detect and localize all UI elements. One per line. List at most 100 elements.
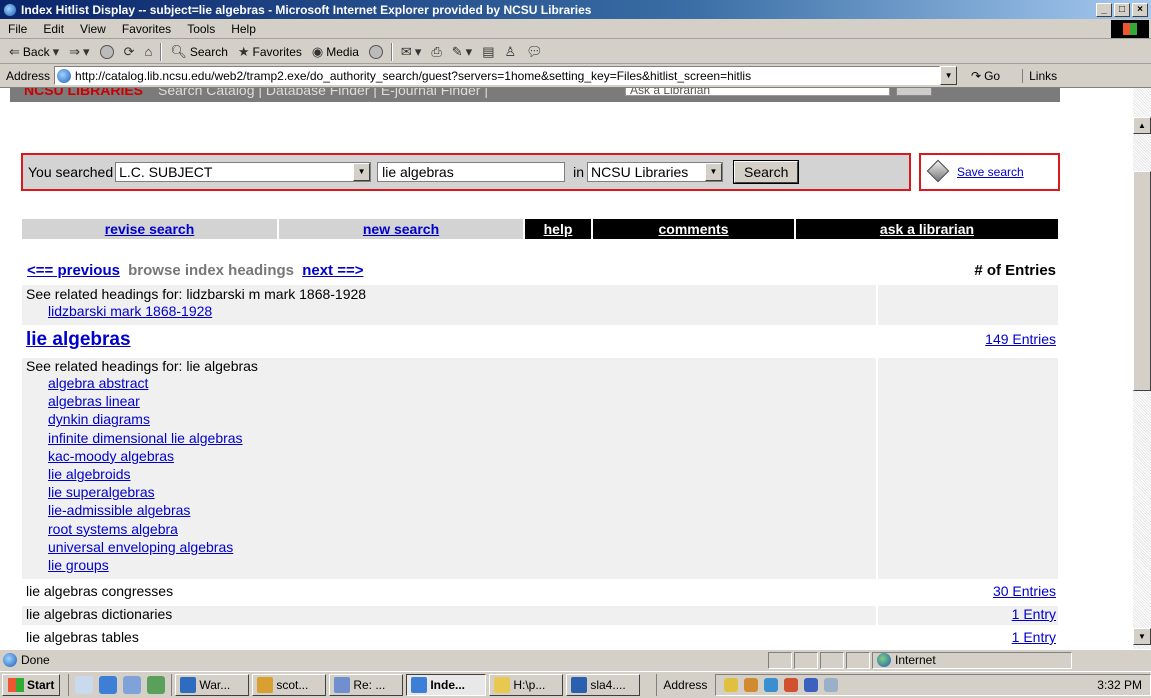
mail-button[interactable]: ✉ ▾ bbox=[396, 41, 426, 63]
menu-view[interactable]: View bbox=[72, 22, 114, 36]
ask-go-button[interactable] bbox=[896, 88, 932, 96]
minimize-button[interactable]: _ bbox=[1096, 2, 1112, 17]
print-icon: ⎙ bbox=[431, 43, 442, 59]
stop-icon bbox=[99, 44, 114, 59]
related-link[interactable]: lidzbarski mark 1868-1928 bbox=[48, 302, 876, 320]
tray-app-icon[interactable] bbox=[824, 678, 839, 692]
entries-cell: 1 Entry bbox=[878, 629, 1058, 648]
start-label: Start bbox=[27, 678, 55, 692]
menu-favorites[interactable]: Favorites bbox=[114, 22, 179, 36]
search-button[interactable]: 🔍︎ Search bbox=[165, 41, 233, 63]
status-text: Done bbox=[21, 653, 50, 667]
window-controls: _ □ × bbox=[1096, 2, 1148, 17]
scroll-thumb[interactable] bbox=[1133, 171, 1151, 391]
related-link[interactable]: infinite dimensional lie algebras bbox=[48, 429, 876, 447]
discuss-button[interactable]: ▤ bbox=[477, 41, 499, 63]
new-search-link[interactable]: new search bbox=[279, 219, 525, 239]
taskbar-item[interactable]: scot... bbox=[252, 674, 327, 696]
heading-cell: lie algebras bbox=[22, 329, 876, 355]
go-button[interactable]: ↷ Go bbox=[971, 69, 1000, 83]
count-link[interactable]: 1 Entry bbox=[1012, 606, 1056, 622]
taskbar-item[interactable]: H:\p... bbox=[489, 674, 564, 696]
research-button[interactable]: 💬︎ bbox=[521, 41, 548, 63]
clock: 3:32 PM bbox=[1097, 678, 1142, 692]
related-link[interactable]: dynkin diagrams bbox=[48, 410, 876, 428]
taskbar-item-active[interactable]: Inde... bbox=[406, 674, 487, 696]
maximize-button[interactable]: □ bbox=[1114, 2, 1130, 17]
stop-button[interactable] bbox=[95, 41, 119, 63]
count-link[interactable]: 1 Entry bbox=[1012, 629, 1056, 645]
related-link[interactable]: lie-admissible algebras bbox=[48, 501, 876, 519]
back-button[interactable]: ⇐ Back ▾ bbox=[4, 41, 64, 63]
heading-count-link[interactable]: 149 Entries bbox=[985, 331, 1056, 347]
related-link[interactable]: universal enveloping algebras bbox=[48, 538, 876, 556]
related-link[interactable]: lie algebroids bbox=[48, 465, 876, 483]
start-button[interactable]: Start bbox=[2, 674, 61, 696]
related-link[interactable]: lie superalgebras bbox=[48, 483, 876, 501]
messenger-button[interactable]: ♙ bbox=[500, 41, 522, 63]
app-launch-icon[interactable] bbox=[123, 676, 142, 694]
count-link[interactable]: 30 Entries bbox=[993, 583, 1056, 599]
menu-tools[interactable]: Tools bbox=[179, 22, 223, 36]
media-button[interactable]: ◉ Media bbox=[307, 41, 364, 63]
address-dropdown-button[interactable]: ▼ bbox=[940, 66, 958, 85]
address-input[interactable]: http://catalog.lib.ncsu.edu/web2/tramp2.… bbox=[54, 66, 941, 85]
site-nav-links[interactable]: Search Catalog | Database Finder | E-jou… bbox=[158, 88, 488, 98]
main-heading-link[interactable]: lie algebras bbox=[26, 329, 131, 350]
related-link[interactable]: kac-moody algebras bbox=[48, 447, 876, 465]
media-icon: ◉ bbox=[311, 43, 324, 59]
table-row: lie algebras dictionaries 1 Entry bbox=[22, 606, 1058, 625]
next-link[interactable]: next ==> bbox=[302, 262, 363, 279]
window-title: Index Hitlist Display -- subject=lie alg… bbox=[21, 2, 592, 17]
previous-link[interactable]: <== previous bbox=[27, 262, 120, 279]
vertical-scrollbar[interactable]: ▲ ▼ bbox=[1133, 88, 1151, 649]
ask-librarian-select[interactable]: Ask a Librarian bbox=[625, 88, 890, 97]
library-value: NCSU Libraries bbox=[591, 164, 689, 180]
forward-button[interactable]: ⇒ ▾ bbox=[64, 41, 94, 63]
related-link[interactable]: algebras linear bbox=[48, 392, 876, 410]
tray-app-icon[interactable] bbox=[764, 678, 779, 692]
ie-launch-icon[interactable] bbox=[99, 676, 118, 694]
tray-app-icon[interactable] bbox=[744, 678, 759, 692]
refresh-button[interactable]: ⟳ bbox=[119, 41, 140, 63]
menu-help[interactable]: Help bbox=[223, 22, 264, 36]
volume-icon[interactable] bbox=[724, 678, 739, 692]
related-link[interactable]: lie groups bbox=[48, 556, 876, 574]
close-button[interactable]: × bbox=[1132, 2, 1148, 17]
menu-bar: File Edit View Favorites Tools Help bbox=[0, 19, 1151, 39]
taskbar-item[interactable]: sla4.... bbox=[566, 674, 641, 696]
menu-edit[interactable]: Edit bbox=[35, 22, 72, 36]
edit-button[interactable]: ✎ ▾ bbox=[447, 41, 477, 63]
toolbar: ⇐ Back ▾ ⇒ ▾ ⟳ ⌂ 🔍︎ Search ★ Favorites ◉… bbox=[0, 40, 1151, 64]
search-field-select[interactable]: L.C. SUBJECT ▼ bbox=[115, 162, 372, 182]
taskbar-item[interactable]: Re: ... bbox=[329, 674, 404, 696]
ncsu-brand[interactable]: NCSU LIBRARIES bbox=[24, 88, 143, 98]
favorites-button[interactable]: ★ Favorites bbox=[233, 41, 307, 63]
print-button[interactable]: ⎙ bbox=[426, 41, 446, 63]
scroll-up-button[interactable]: ▲ bbox=[1133, 117, 1151, 134]
links-button[interactable]: Links bbox=[1022, 68, 1057, 83]
ask-librarian-link[interactable]: ask a librarian bbox=[796, 219, 1058, 239]
messenger-tray-icon[interactable] bbox=[804, 678, 819, 692]
search-submit-button[interactable]: Search bbox=[733, 160, 800, 184]
taskbar-item[interactable]: War... bbox=[175, 674, 250, 696]
scroll-down-button[interactable]: ▼ bbox=[1133, 628, 1151, 645]
comments-link[interactable]: comments bbox=[593, 219, 796, 239]
ie-window: Index Hitlist Display -- subject=lie alg… bbox=[0, 0, 1151, 698]
search-query-input[interactable]: lie algebras bbox=[377, 162, 566, 182]
task-label: H:\p... bbox=[513, 678, 546, 692]
revise-search-link[interactable]: revise search bbox=[22, 219, 279, 239]
history-button[interactable] bbox=[364, 41, 388, 63]
tray-app-icon[interactable] bbox=[784, 678, 799, 692]
library-select[interactable]: NCSU Libraries ▼ bbox=[587, 162, 724, 182]
related-link[interactable]: root systems algebra bbox=[48, 520, 876, 538]
app-launch-icon[interactable] bbox=[147, 676, 166, 694]
save-search-link[interactable]: Save search bbox=[957, 165, 1024, 179]
taskbar-address-toolbar[interactable]: Address bbox=[656, 674, 707, 696]
help-link[interactable]: help bbox=[525, 219, 593, 239]
related-headings-cell: See related headings for: lie algebras a… bbox=[22, 358, 876, 579]
related-link[interactable]: algebra abstract bbox=[48, 374, 876, 392]
menu-file[interactable]: File bbox=[0, 22, 35, 36]
home-button[interactable]: ⌂ bbox=[139, 41, 157, 63]
show-desktop-icon[interactable] bbox=[75, 676, 94, 694]
